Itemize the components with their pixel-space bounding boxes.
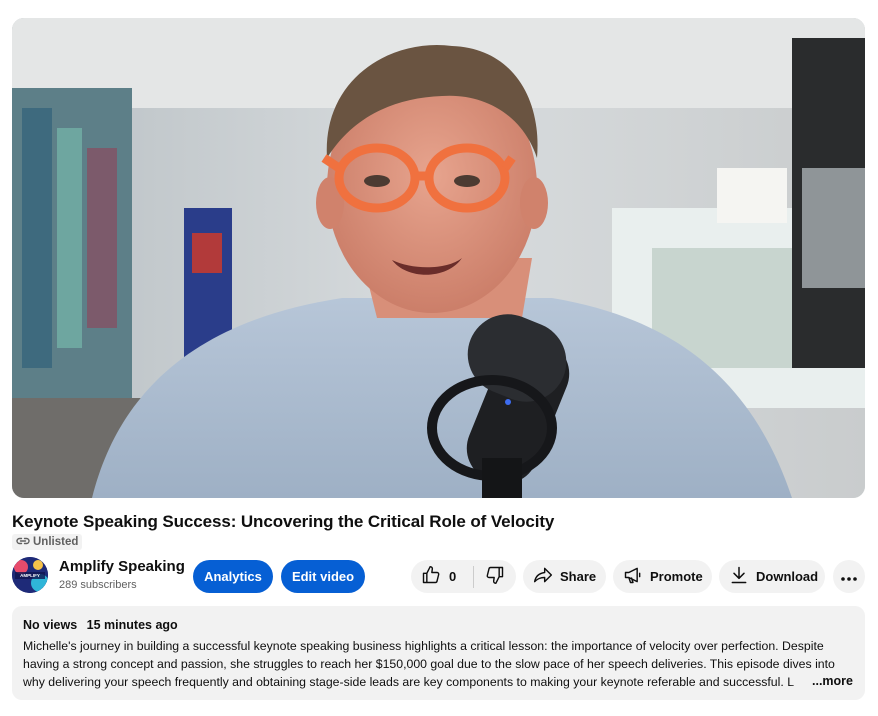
download-icon bbox=[729, 565, 749, 588]
video-frame bbox=[12, 18, 865, 498]
thumbs-down-icon bbox=[485, 565, 505, 588]
description-more-button[interactable]: ...more bbox=[790, 672, 853, 690]
video-player[interactable] bbox=[12, 18, 865, 498]
share-button[interactable]: Share bbox=[523, 560, 606, 593]
like-button[interactable]: 0 bbox=[411, 560, 473, 593]
download-label: Download bbox=[756, 569, 819, 584]
channel-name[interactable]: Amplify Speaking bbox=[59, 558, 185, 575]
visibility-label: Unlisted bbox=[33, 536, 79, 548]
share-arrow-icon bbox=[533, 565, 553, 588]
analytics-button[interactable]: Analytics bbox=[193, 560, 273, 593]
promote-label: Promote bbox=[650, 569, 703, 584]
promote-button[interactable]: Promote bbox=[613, 560, 712, 593]
visibility-badge: Unlisted bbox=[12, 534, 83, 550]
avatar-text: AMPLIFY bbox=[20, 573, 40, 578]
more-actions-button[interactable] bbox=[833, 560, 865, 593]
channel-avatar[interactable]: AMPLIFY bbox=[12, 557, 48, 593]
like-count: 0 bbox=[449, 569, 457, 584]
download-button[interactable]: Download bbox=[719, 560, 825, 593]
dislike-button[interactable] bbox=[474, 560, 516, 593]
share-label: Share bbox=[560, 569, 597, 584]
description-text: Michelle's journey in building a success… bbox=[23, 639, 835, 689]
upload-time: 15 minutes ago bbox=[86, 618, 178, 632]
subscriber-count: 289 subscribers bbox=[59, 579, 137, 591]
like-dislike-group: 0 bbox=[411, 560, 516, 593]
link-icon bbox=[16, 536, 30, 549]
description-box[interactable]: No views 15 minutes ago Michelle's journ… bbox=[12, 606, 865, 700]
description-meta: No views 15 minutes ago bbox=[23, 618, 854, 632]
thumbs-up-icon bbox=[421, 565, 441, 588]
view-count: No views bbox=[23, 618, 78, 632]
video-title: Keynote Speaking Success: Uncovering the… bbox=[12, 512, 555, 531]
megaphone-icon bbox=[623, 565, 643, 588]
edit-video-button[interactable]: Edit video bbox=[281, 560, 365, 593]
more-horizontal-icon bbox=[841, 569, 857, 584]
